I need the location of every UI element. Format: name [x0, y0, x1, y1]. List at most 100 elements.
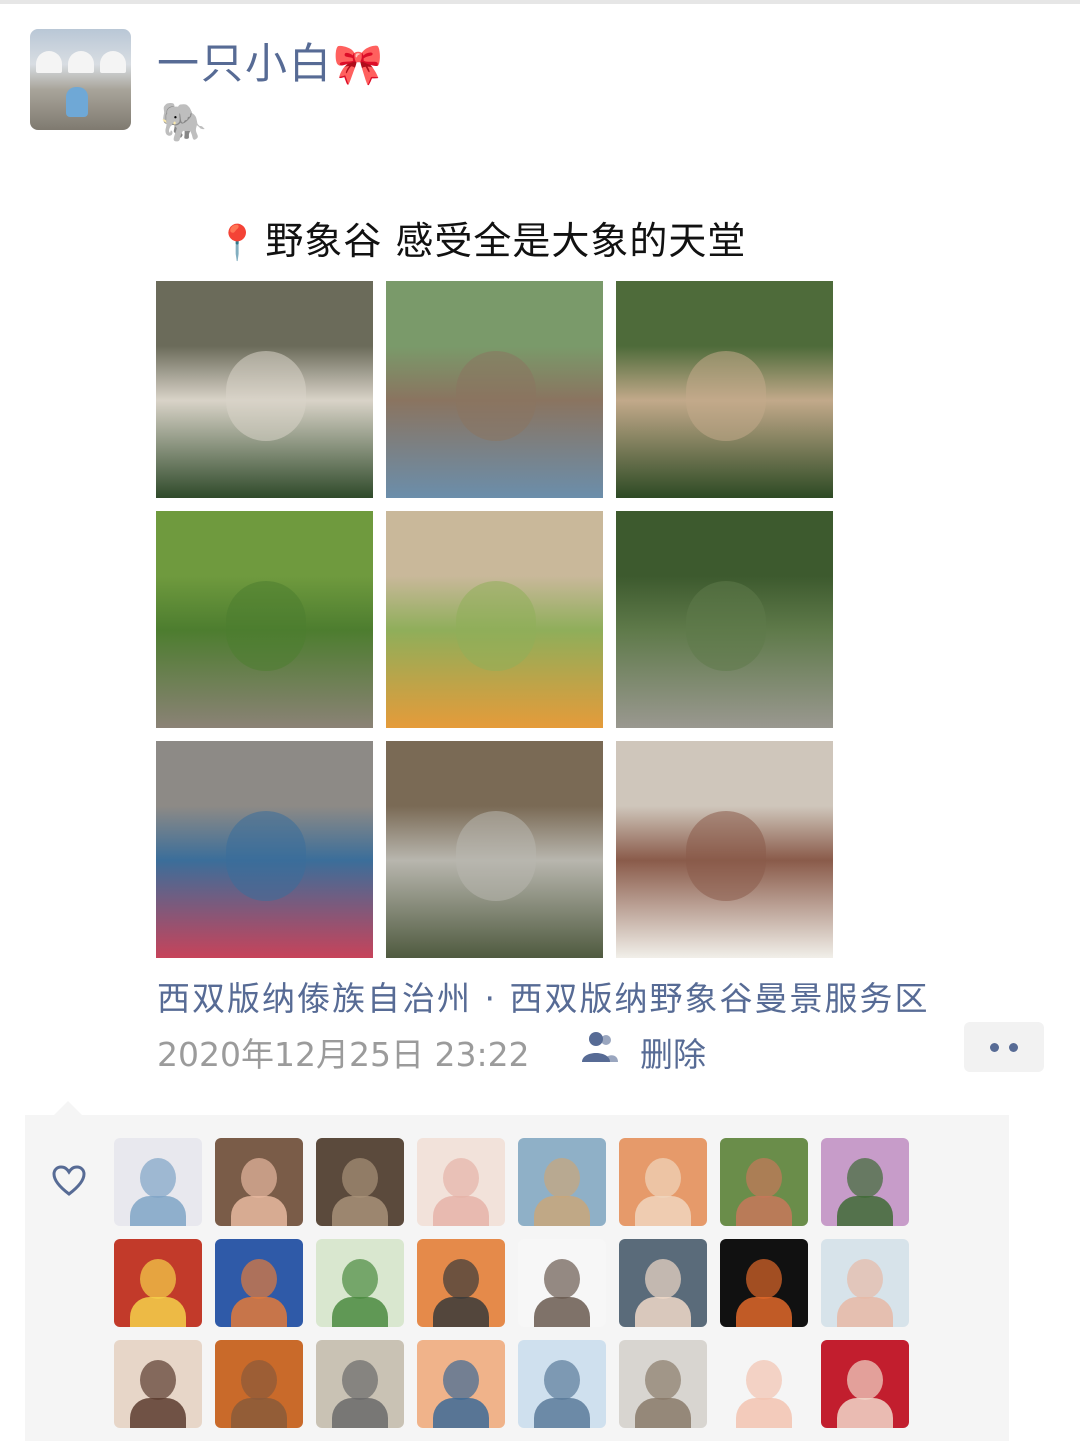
delete-button[interactable]: 删除 [640, 1028, 706, 1076]
avatar-face [443, 1259, 479, 1299]
avatar-face [847, 1158, 883, 1198]
avatar-figure [231, 1398, 287, 1428]
liker-avatar[interactable] [417, 1340, 505, 1428]
post-text: 野象谷 感受全是大象的天堂 [265, 219, 747, 263]
liker-avatar[interactable] [316, 1239, 404, 1327]
liker-avatar[interactable] [114, 1138, 202, 1226]
avatar-figure [231, 1297, 287, 1327]
avatar-face [241, 1259, 277, 1299]
avatar-face [342, 1360, 378, 1400]
more-options-button[interactable] [964, 1022, 1044, 1072]
avatar-face [746, 1158, 782, 1198]
liker-avatar[interactable] [821, 1340, 909, 1428]
dot [990, 1042, 999, 1052]
heart-outline-icon [52, 1165, 86, 1196]
child-walking-photo[interactable] [386, 741, 603, 958]
liker-avatar[interactable] [720, 1239, 808, 1327]
avatar-figure [130, 1196, 186, 1226]
avatar-figure [534, 1398, 590, 1428]
avatar-face [645, 1360, 681, 1400]
family-selfie-photo[interactable] [616, 741, 833, 958]
liker-avatar[interactable] [417, 1138, 505, 1226]
avatar-face [443, 1158, 479, 1198]
photo-subject [226, 351, 306, 441]
avatar-figure [130, 1297, 186, 1327]
liker-avatar[interactable] [821, 1239, 909, 1327]
people-legs-photo[interactable] [156, 281, 373, 498]
liker-avatar[interactable] [215, 1138, 303, 1226]
liker-avatar[interactable] [215, 1239, 303, 1327]
avatar-figure [534, 1297, 590, 1327]
liker-avatar[interactable] [619, 1340, 707, 1428]
liker-avatar[interactable] [114, 1340, 202, 1428]
avatar-figure [837, 1297, 893, 1327]
avatar-face [847, 1360, 883, 1400]
liker-avatar[interactable] [619, 1239, 707, 1327]
avatar-face [645, 1158, 681, 1198]
post-timestamp: 2020年12月25日 23:22 [157, 1035, 530, 1074]
dot [1009, 1042, 1018, 1052]
photo-subject [456, 581, 536, 671]
fruit-platter-photo[interactable] [386, 511, 603, 728]
avatar-figure [433, 1398, 489, 1428]
grass-elephant-photo[interactable] [156, 511, 373, 728]
lotus-pond-photo[interactable] [156, 741, 373, 958]
liker-avatar[interactable] [114, 1239, 202, 1327]
avatar-figure [332, 1196, 388, 1226]
liker-avatar[interactable] [619, 1138, 707, 1226]
avatar-figure [736, 1297, 792, 1327]
avatar-face [544, 1259, 580, 1299]
avatar-figure [332, 1297, 388, 1327]
liker-avatar[interactable] [417, 1239, 505, 1327]
avatar-face [746, 1360, 782, 1400]
avatar-face [544, 1360, 580, 1400]
avatar-face [342, 1158, 378, 1198]
elephant-emoji: 🐘 [160, 100, 208, 144]
child-figure [66, 87, 88, 117]
forest-elephant-photo[interactable] [616, 511, 833, 728]
liker-avatar[interactable] [316, 1340, 404, 1428]
liker-avatar[interactable] [518, 1138, 606, 1226]
yurt-shape [68, 51, 94, 73]
pin-icon: 📍 [216, 223, 260, 263]
avatar-face [140, 1158, 176, 1198]
likes-panel-arrow [54, 1101, 82, 1115]
photo-subject [456, 351, 536, 441]
avatar-figure [635, 1398, 691, 1428]
yurt-shape [100, 51, 126, 73]
liker-avatar[interactable] [518, 1239, 606, 1327]
avatar-face [241, 1158, 277, 1198]
avatar-figure [837, 1196, 893, 1226]
liker-avatar[interactable] [316, 1138, 404, 1226]
liker-avatar[interactable] [518, 1340, 606, 1428]
photo-subject [686, 581, 766, 671]
liker-avatar[interactable] [720, 1340, 808, 1428]
avatar-figure [231, 1196, 287, 1226]
avatar-face [645, 1259, 681, 1299]
username-text[interactable]: 一只小白 [157, 39, 333, 88]
avatar-figure [433, 1196, 489, 1226]
avatar-figure [635, 1196, 691, 1226]
child-on-path-photo[interactable] [616, 281, 833, 498]
yurt-shape [36, 51, 62, 73]
friends-icon [582, 1032, 618, 1062]
photo-grid [156, 281, 833, 958]
avatar-figure [736, 1398, 792, 1428]
username[interactable]: 一只小白🎀 [157, 30, 385, 91]
location-link[interactable]: 西双版纳傣族自治州 · 西双版纳野象谷曼景服务区 [157, 972, 929, 1020]
photo-subject [226, 811, 306, 901]
avatar-face [342, 1259, 378, 1299]
avatar-figure [534, 1196, 590, 1226]
bow-emoji: 🎀 [333, 42, 385, 88]
avatar-figure [635, 1297, 691, 1327]
avatar-figure [837, 1398, 893, 1428]
avatar-face [140, 1360, 176, 1400]
liker-avatar[interactable] [821, 1138, 909, 1226]
liker-avatar[interactable] [720, 1138, 808, 1226]
user-avatar[interactable] [30, 29, 131, 130]
photo-subject [456, 811, 536, 901]
liker-avatar[interactable] [215, 1340, 303, 1428]
avatar-face [746, 1259, 782, 1299]
elephant-show-photo[interactable] [386, 281, 603, 498]
avatar-face [544, 1158, 580, 1198]
